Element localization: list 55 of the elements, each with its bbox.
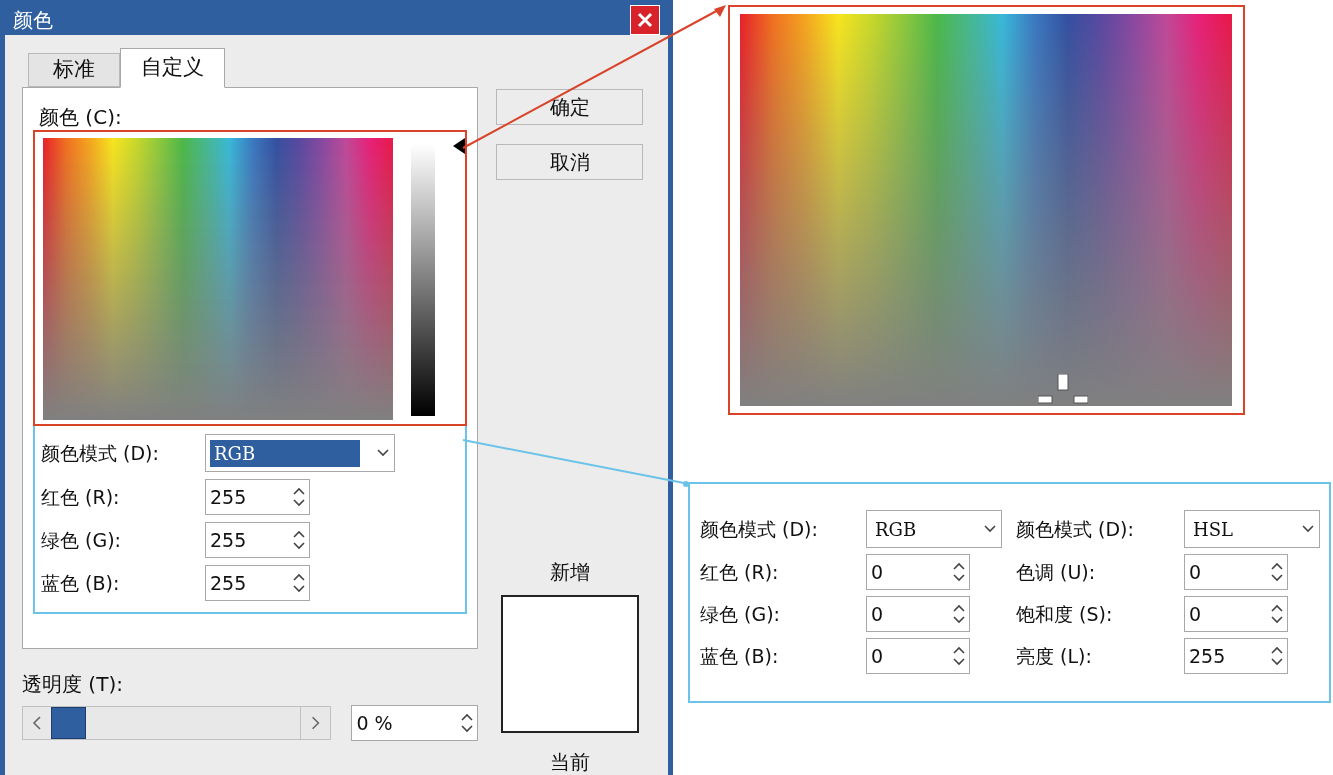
tab[interactable]: 标准 — [28, 53, 120, 87]
slider-thumb[interactable] — [51, 707, 86, 739]
window-title: 颜色 — [13, 7, 53, 34]
chevron-down-icon — [983, 524, 997, 534]
spin-arrows-icon[interactable] — [953, 603, 965, 625]
spin-field[interactable]: 255 — [205, 565, 310, 601]
spin-arrows-icon[interactable] — [293, 529, 305, 551]
chevron-down-icon — [376, 448, 390, 458]
field-label: 绿色 (G): — [700, 601, 781, 627]
color-spectrum[interactable] — [740, 14, 1232, 406]
spin-field[interactable]: 255 — [205, 479, 310, 515]
transparency-label: 透明度 (T): — [22, 671, 124, 698]
field-label: 蓝色 (B): — [700, 643, 780, 669]
spin-arrows-icon[interactable] — [953, 645, 965, 667]
spin-arrows-icon[interactable] — [1271, 603, 1283, 625]
field-label: 绿色 (G): — [41, 527, 122, 553]
chevron-down-icon — [1301, 524, 1315, 534]
spin-field[interactable]: 255 — [1184, 638, 1288, 674]
close-button[interactable] — [630, 5, 660, 35]
current-color-label: 当前 — [549, 749, 590, 775]
pointer-icon[interactable] — [453, 138, 465, 154]
field-label: 蓝色 (B): — [41, 570, 121, 596]
spin-field[interactable]: 0 — [1184, 596, 1288, 632]
field-label: 亮度 (L): — [1016, 643, 1093, 669]
field-label: 色调 (U): — [1016, 559, 1097, 585]
spin-arrows-icon[interactable] — [461, 712, 473, 734]
spin-arrows-icon[interactable] — [293, 486, 305, 508]
close-icon[interactable] — [637, 12, 653, 28]
color-label: 颜色 (C): — [38, 104, 123, 130]
spin-arrows-icon[interactable] — [953, 561, 965, 583]
tab[interactable]: 自定义 — [120, 48, 225, 88]
mode-dropdown[interactable]: RGB — [866, 510, 1002, 548]
spin-field[interactable]: 0 — [866, 638, 970, 674]
new-color-label: 新增 — [549, 559, 590, 586]
spin-field[interactable]: 0 % — [351, 705, 478, 741]
crosshair-marker-icon — [1038, 374, 1088, 404]
transparency-slider[interactable] — [22, 706, 332, 740]
field-label: 红色 (R): — [700, 559, 780, 585]
color-spectrum[interactable] — [43, 138, 394, 420]
mode-label: 颜色模式 (D): — [700, 516, 819, 542]
dialog-button[interactable]: 确定 — [496, 89, 643, 125]
mode-label: 颜色模式 (D): — [41, 440, 160, 466]
spin-field[interactable]: 0 — [866, 596, 970, 632]
field-label: 饱和度 (S): — [1016, 601, 1114, 627]
mode-label: 颜色模式 (D): — [1016, 516, 1135, 542]
spin-arrows-icon[interactable] — [293, 572, 305, 594]
spin-arrows-icon[interactable] — [1271, 645, 1283, 667]
field-label: 红色 (R): — [41, 484, 121, 510]
spin-arrows-icon[interactable] — [1271, 561, 1283, 583]
spin-field[interactable]: 0 — [1184, 554, 1288, 590]
dialog-button[interactable]: 取消 — [496, 144, 643, 180]
spin-field[interactable]: 0 — [866, 554, 970, 590]
spin-field[interactable]: 255 — [205, 522, 310, 558]
mode-dropdown[interactable]: HSL — [1184, 510, 1320, 548]
mode-dropdown[interactable]: RGB — [205, 434, 395, 472]
